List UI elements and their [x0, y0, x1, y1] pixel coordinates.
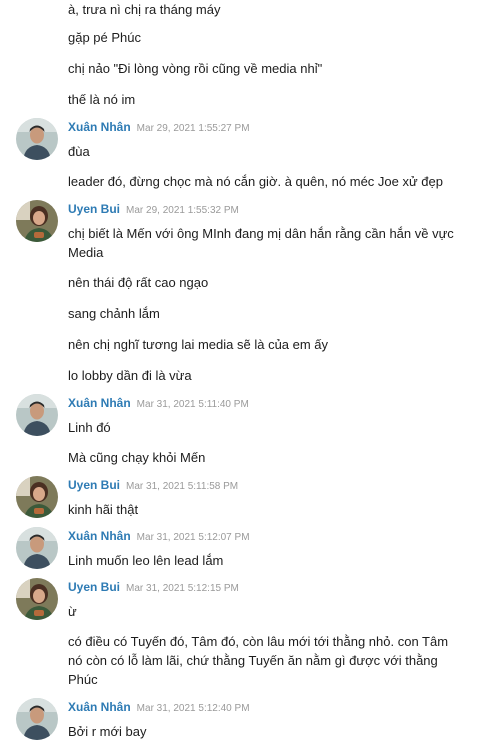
message-text: Linh muốn leo lên lead lắm: [68, 553, 224, 568]
message-text: gặp pé Phúc: [68, 30, 142, 45]
message-header: Xuân Nhân Mar 31, 2021 5:12:07 PM: [68, 529, 462, 547]
chat-message: Uyen Bui Mar 31, 2021 5:11:58 PM kinh hã…: [0, 478, 502, 519]
message-header: Uyen Bui Mar 31, 2021 5:12:15 PM: [68, 580, 462, 598]
message-timestamp: Mar 31, 2021 5:11:40 PM: [136, 399, 249, 410]
chat-message: leader đó, đừng chọc mà nó cắn giờ. à qu…: [0, 172, 502, 191]
message-timestamp: Mar 29, 2021 1:55:27 PM: [136, 123, 250, 134]
chat-message: Uyen Bui Mar 31, 2021 5:12:15 PM ừ: [0, 580, 502, 621]
sender-name[interactable]: Uyen Bui: [68, 478, 120, 492]
chat-message: à, trưa nì chị ra tháng máy: [0, 0, 502, 19]
sender-name[interactable]: Uyen Bui: [68, 580, 120, 594]
message-text: nên chị nghĩ tương lai media sẽ là của e…: [68, 337, 329, 352]
message-text: ừ: [68, 604, 77, 619]
chat-message: chị nảo "Đi lòng vòng rồi cũng về media …: [0, 59, 502, 78]
chat-message: Mà cũng chạy khỏi Mến: [0, 448, 502, 467]
message-header: Xuân Nhân Mar 31, 2021 5:11:40 PM: [68, 396, 462, 414]
chat-message: gặp pé Phúc: [0, 28, 502, 47]
message-header: Xuân Nhân Mar 31, 2021 5:12:40 PM: [68, 700, 462, 718]
sender-name[interactable]: Xuân Nhân: [68, 700, 131, 714]
message-text: leader đó, đừng chọc mà nó cắn giờ. à qu…: [68, 174, 443, 189]
message-header: Uyen Bui Mar 29, 2021 1:55:32 PM: [68, 202, 462, 220]
chat-message: nên thái độ rất cao ngạo: [0, 273, 502, 292]
chat-message: có điều có Tuyến đó, Tâm đó, còn lâu mới…: [0, 632, 502, 689]
message-timestamp: Mar 31, 2021 5:12:40 PM: [136, 703, 250, 714]
chat-message: Uyen Bui Mar 29, 2021 1:55:32 PM chị biế…: [0, 202, 502, 262]
chat-message: sang chảnh lắm: [0, 304, 502, 323]
chat-message: nên chị nghĩ tương lai media sẽ là của e…: [0, 335, 502, 354]
chat-message: Xuân Nhân Mar 31, 2021 5:12:07 PM Linh m…: [0, 529, 502, 570]
message-timestamp: Mar 31, 2021 5:12:15 PM: [126, 583, 239, 594]
sender-name[interactable]: Uyen Bui: [68, 202, 120, 216]
message-text: sang chảnh lắm: [68, 306, 160, 321]
chat-message: thế là nó im: [0, 90, 502, 109]
message-text: thế là nó im: [68, 92, 136, 107]
message-text: Mà cũng chạy khỏi Mến: [68, 450, 206, 465]
chat-message: Xuân Nhân Mar 31, 2021 5:12:40 PM Bởi r …: [0, 700, 502, 741]
chat-message: Xuân Nhân Mar 29, 2021 1:55:27 PM đùa: [0, 120, 502, 161]
sender-name[interactable]: Xuân Nhân: [68, 529, 131, 543]
message-text: đùa: [68, 144, 90, 159]
chat-message: lo lobby dần đi là vừa: [0, 366, 502, 385]
sender-name[interactable]: Xuân Nhân: [68, 120, 131, 134]
message-text: chị nảo "Đi lòng vòng rồi cũng về media …: [68, 61, 323, 76]
chat-message: Xuân Nhân Mar 31, 2021 5:11:40 PM Linh đ…: [0, 396, 502, 437]
message-text: nên thái độ rất cao ngạo: [68, 275, 209, 290]
message-text: Bởi r mới bay: [68, 724, 147, 739]
message-text: à, trưa nì chị ra tháng máy: [68, 2, 221, 17]
sender-name[interactable]: Xuân Nhân: [68, 396, 131, 410]
message-text: có điều có Tuyến đó, Tâm đó, còn lâu mới…: [68, 634, 449, 687]
message-header: Uyen Bui Mar 31, 2021 5:11:58 PM: [68, 478, 462, 496]
message-timestamp: Mar 31, 2021 5:11:58 PM: [126, 481, 239, 492]
message-text: chị biết là Mến với ông MInh đang mị dân…: [68, 226, 454, 260]
message-header: Xuân Nhân Mar 29, 2021 1:55:27 PM: [68, 120, 462, 138]
message-timestamp: Mar 29, 2021 1:55:32 PM: [126, 205, 239, 216]
message-text: kinh hãi thật: [68, 502, 139, 517]
message-timestamp: Mar 31, 2021 5:12:07 PM: [136, 532, 250, 543]
message-text: lo lobby dần đi là vừa: [68, 368, 192, 383]
message-text: Linh đó: [68, 420, 111, 435]
